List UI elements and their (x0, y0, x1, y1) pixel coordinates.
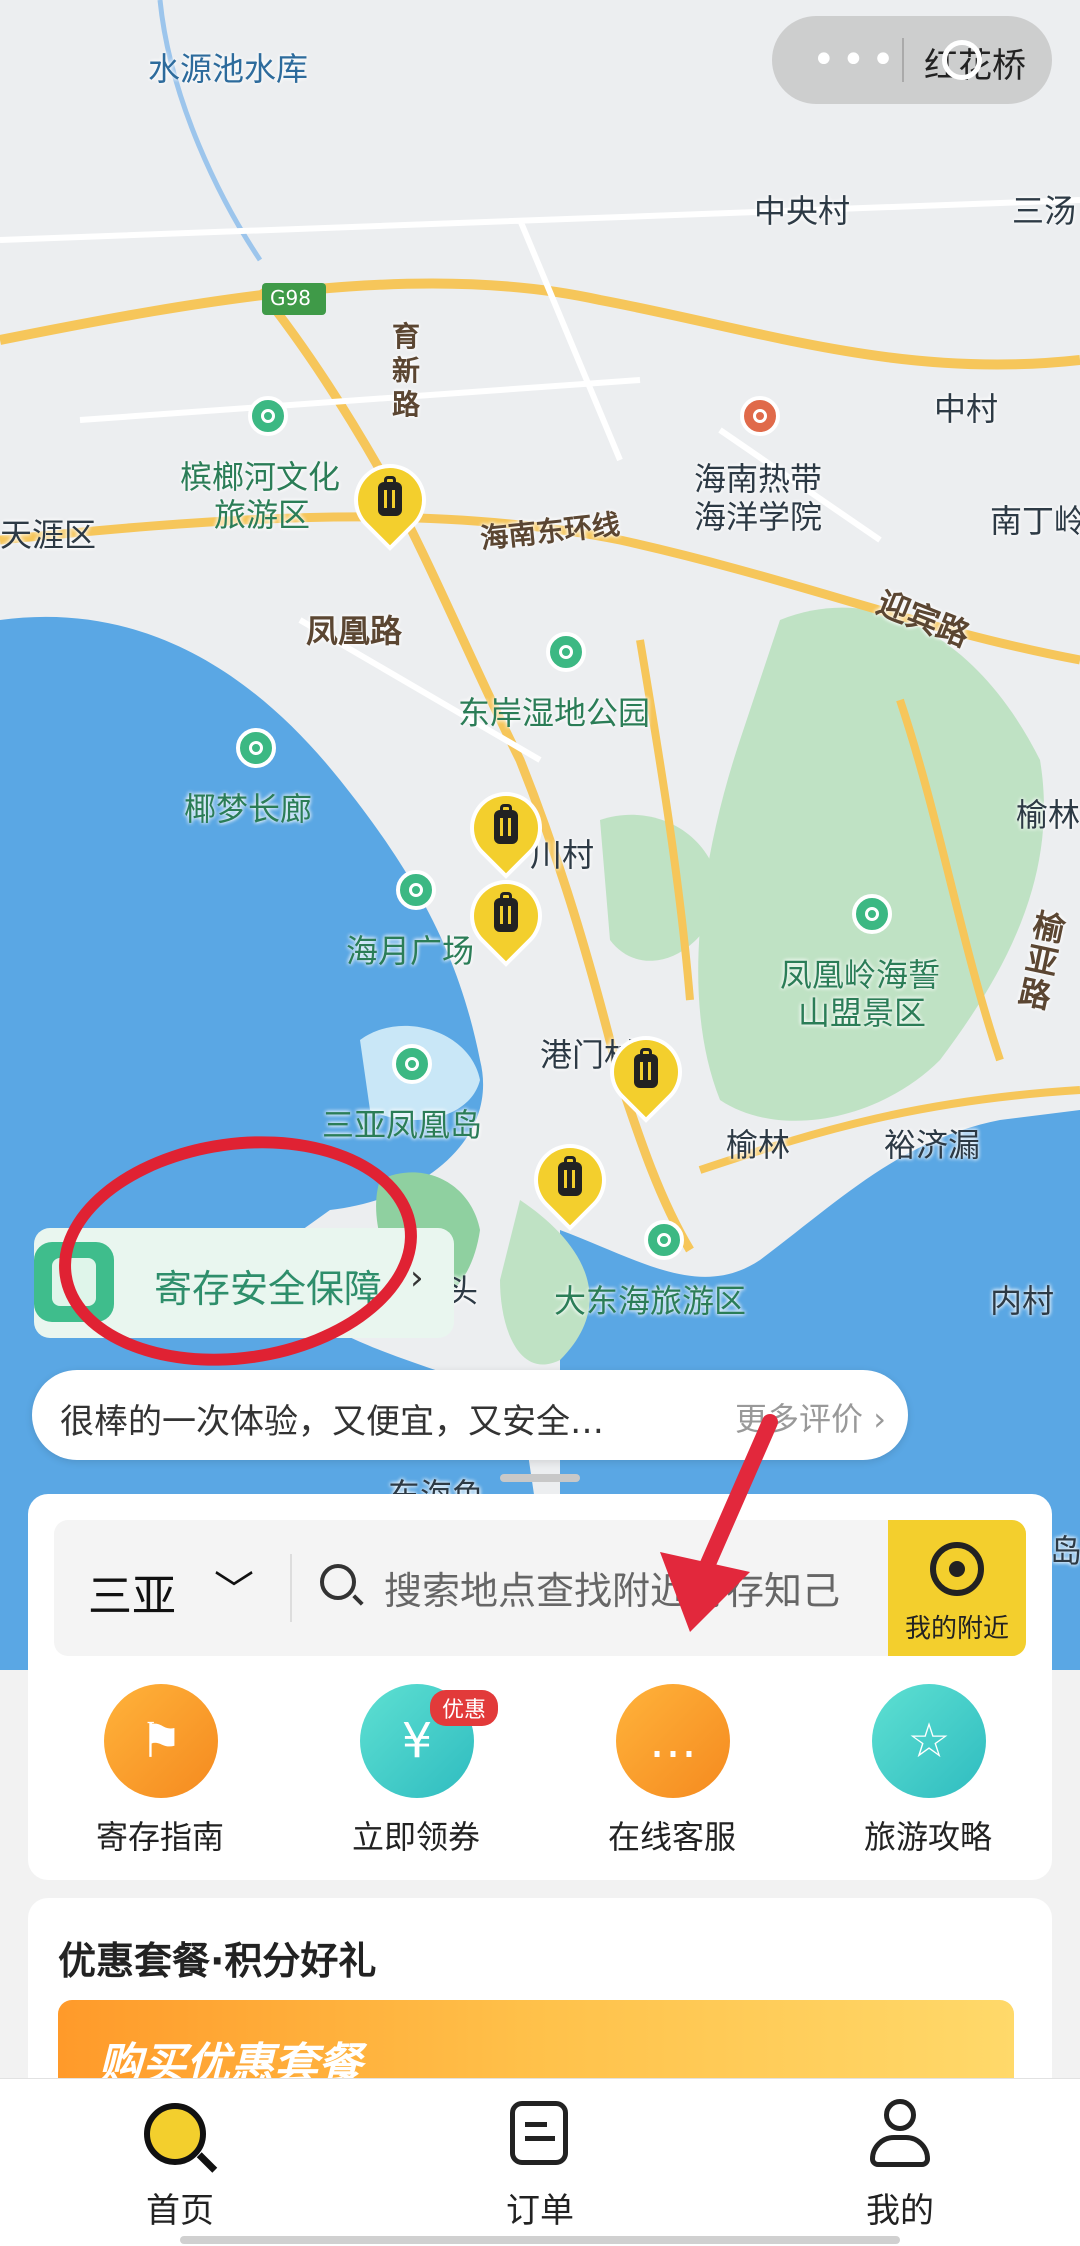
map-label: 川村 (530, 836, 595, 874)
road-label: 凤凰路 (306, 612, 403, 650)
school-poi-icon (740, 396, 780, 436)
profile-icon (868, 2099, 932, 2169)
luggage-icon (634, 1048, 658, 1088)
quick-action-label: 立即领券 (351, 1818, 480, 1856)
quick-action-guide[interactable]: ⚑ 寄存指南 (50, 1684, 270, 1856)
luggage-locker-pin[interactable] (524, 1134, 616, 1234)
highway-shield: G98 (270, 286, 311, 310)
chevron-down-icon[interactable]: ﹀ (214, 1558, 254, 1616)
signpost-glyph: ⚑ (139, 1713, 183, 1769)
map-label: 中央村 (754, 192, 851, 230)
map-label: 东岸湿地公园 (458, 694, 651, 732)
city-selector[interactable]: 三亚 (88, 1560, 176, 1624)
bottom-tab-bar: 首页 订单 我的 (0, 2078, 1080, 2246)
sheet-drag-handle[interactable] (500, 1474, 580, 1482)
guidebook-glyph: ☆ (907, 1713, 951, 1769)
quick-action-travel-guide[interactable]: ☆ 旅游攻略 (818, 1684, 1038, 1856)
tab-label: 首页 (146, 2191, 214, 2231)
map-label: 榆林 (1016, 796, 1080, 834)
search-divider (290, 1554, 292, 1622)
map-label: 内村 (990, 1282, 1055, 1320)
camera-poi-icon (392, 1044, 432, 1084)
map-label: 榆林 (726, 1126, 791, 1164)
map-label: 岛 (1050, 1532, 1080, 1570)
map-label: 裕济漏 (884, 1126, 981, 1164)
promo-title: 优惠套餐·积分好礼 (58, 1939, 377, 1983)
chat-icon: … (616, 1684, 730, 1798)
quick-action-customer-service[interactable]: … 在线客服 (562, 1684, 782, 1856)
locate-icon (930, 1542, 984, 1596)
tab-mine[interactable]: 我的 (720, 2079, 1080, 2246)
tab-orders[interactable]: 订单 (360, 2079, 720, 2246)
luggage-icon (494, 804, 518, 844)
map-label: 南丁岭 (990, 502, 1080, 540)
miniprogram-capsule[interactable]: ••• 红花桥 (772, 16, 1052, 104)
tab-home[interactable]: 首页 (0, 2079, 360, 2246)
search-bar: 三亚 ﹀ 搜索地点查找附近寄存知己 我的附近 (54, 1520, 1026, 1656)
map-label: 大东海旅游区 (554, 1282, 747, 1320)
capsule-divider (902, 38, 904, 82)
review-text: 很棒的一次体验，又便宜，又安全… (60, 1402, 604, 1442)
signpost-icon: ⚑ (104, 1684, 218, 1798)
map-label: 水源池水库 (148, 50, 309, 88)
discount-badge: 优惠 (430, 1690, 499, 1726)
chevron-right-icon: › (410, 1258, 424, 1298)
chat-glyph: … (649, 1713, 697, 1769)
map-label: 三汤 (1012, 192, 1077, 230)
luggage-icon (378, 476, 402, 516)
quick-action-coupon[interactable]: ¥ 优惠 立即领券 (306, 1684, 526, 1856)
map-label: 三亚凤凰岛 (322, 1106, 483, 1144)
luggage-locker-pin[interactable] (344, 454, 436, 554)
quick-action-label: 寄存指南 (95, 1818, 224, 1856)
annotation-arrow (660, 1414, 778, 1632)
quick-action-label: 旅游攻略 (863, 1818, 992, 1856)
map-label: 山盟景区 (798, 994, 927, 1032)
search-panel: 三亚 ﹀ 搜索地点查找附近寄存知己 我的附近 ⚑ 寄存指南 ¥ 优惠 立即领券 … (28, 1494, 1052, 1880)
nearby-button[interactable]: 我的附近 (888, 1520, 1026, 1656)
map-label: 海洋学院 (694, 498, 823, 536)
order-icon (510, 2101, 568, 2165)
tab-label: 我的 (866, 2191, 934, 2231)
map-label: 椰梦长廊 (184, 790, 313, 828)
search-icon (320, 1564, 356, 1600)
guidebook-icon: ☆ (872, 1684, 986, 1798)
camera-poi-icon (248, 396, 288, 436)
map-label: 中村 (934, 390, 999, 428)
road-label: 育新路 (392, 320, 421, 421)
luggage-icon (494, 892, 518, 932)
tab-label: 订单 (506, 2191, 574, 2231)
luggage-locker-pin[interactable] (460, 782, 552, 882)
camera-poi-icon (236, 728, 276, 768)
luggage-locker-pin[interactable] (460, 870, 552, 970)
camera-poi-icon (852, 894, 892, 934)
luggage-locker-pin[interactable] (600, 1026, 692, 1126)
map-label: 海月广场 (346, 932, 475, 970)
quick-action-label: 在线客服 (607, 1818, 736, 1856)
camera-poi-icon (396, 870, 436, 910)
camera-poi-icon (644, 1220, 684, 1260)
map-label: 天涯区 (0, 516, 97, 554)
nearby-label: 我的附近 (904, 1614, 1009, 1644)
map-label: 旅游区 (214, 496, 311, 534)
home-indicator (180, 2236, 900, 2244)
park-poi-icon (546, 632, 586, 672)
search-home-icon (144, 2103, 206, 2165)
luggage-icon (558, 1156, 582, 1196)
close-circle-icon[interactable] (942, 40, 982, 80)
more-icon[interactable]: ••• (812, 40, 901, 80)
